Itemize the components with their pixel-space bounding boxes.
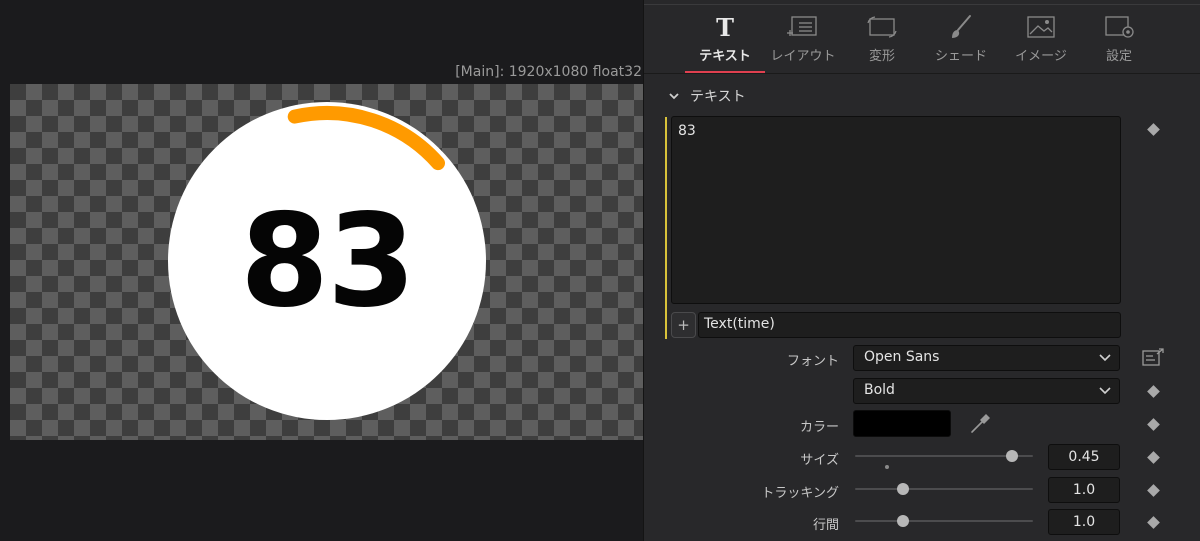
styled-text-input[interactable]: 83 [671, 116, 1121, 304]
chevron-down-icon [1099, 387, 1111, 395]
inspector-tabbar: T テキスト レイアウト 変形 シェード イメージ 設定 [644, 0, 1200, 74]
fusion-text-editor: [Main]: 1920x1080 float32 83 T テキスト レイアウ… [0, 0, 1200, 541]
keyframe-diamond-icon[interactable] [1147, 484, 1160, 497]
slider-track [855, 520, 1033, 522]
tab-transform[interactable]: 変形 [842, 12, 922, 72]
keyframe-diamond-icon[interactable] [1147, 516, 1160, 529]
font-style-value: Bold [864, 382, 895, 398]
color-swatch[interactable] [853, 410, 951, 437]
keyframe-diamond-icon[interactable] [1147, 123, 1160, 136]
slider-knob[interactable] [897, 483, 910, 495]
viewer-resolution-info: [Main]: 1920x1080 float32 [455, 64, 642, 80]
color-label: カラー [799, 420, 839, 435]
section-title: テキスト [690, 89, 746, 105]
viewer-canvas[interactable]: 83 [10, 84, 643, 440]
font-label: フォント [786, 354, 839, 369]
tab-label: レイアウト [770, 49, 836, 64]
brush-icon [921, 12, 1001, 42]
tab-label: イメージ [1015, 49, 1067, 64]
expression-row: + Text(time) [671, 312, 1121, 338]
font-style-select[interactable]: Bold [853, 378, 1120, 404]
tab-shading[interactable]: シェード [921, 12, 1001, 72]
tab-label: 変形 [868, 49, 895, 64]
tracking-slider[interactable] [855, 482, 1033, 496]
expression-indicator-bar [665, 117, 667, 339]
line-spacing-value-field[interactable]: 1.0 [1048, 509, 1120, 535]
eyedropper-icon[interactable] [969, 413, 991, 435]
chevron-down-icon [1099, 354, 1111, 362]
font-family-select[interactable]: Open Sans [853, 345, 1120, 371]
tracking-label: トラッキング [761, 486, 839, 501]
tracking-value-field[interactable]: 1.0 [1048, 477, 1120, 503]
font-browse-icon[interactable] [1141, 348, 1165, 368]
add-expression-button[interactable]: + [671, 312, 696, 338]
inspector-panel: T テキスト レイアウト 変形 シェード イメージ 設定 テキスト 83 + T… [643, 0, 1200, 541]
expression-input[interactable]: Text(time) [698, 312, 1121, 338]
tab-layout[interactable]: レイアウト [763, 12, 843, 72]
font-family-value: Open Sans [864, 349, 940, 365]
tab-label: テキスト [699, 49, 751, 64]
default-value-marker [885, 465, 890, 469]
keyframe-diamond-icon[interactable] [1147, 418, 1160, 431]
tab-image[interactable]: イメージ [1001, 12, 1081, 72]
tab-text[interactable]: T テキスト [685, 12, 765, 72]
chevron-down-icon [669, 93, 679, 100]
size-slider[interactable] [855, 449, 1033, 463]
image-icon [1001, 12, 1081, 42]
line-spacing-label: 行間 [812, 518, 839, 533]
countdown-dial: 83 [168, 102, 486, 420]
slider-track [855, 488, 1033, 490]
keyframe-diamond-icon[interactable] [1147, 451, 1160, 464]
slider-knob[interactable] [897, 515, 910, 527]
tab-settings[interactable]: 設定 [1079, 12, 1159, 72]
dial-number: 83 [239, 186, 416, 336]
section-header-text[interactable]: テキスト [668, 86, 746, 106]
tab-label: 設定 [1105, 49, 1132, 64]
size-value-field[interactable]: 0.45 [1048, 444, 1120, 470]
layout-icon [763, 12, 843, 42]
text-T-icon: T [716, 12, 734, 42]
viewer-panel: [Main]: 1920x1080 float32 83 [0, 0, 643, 541]
line-spacing-slider[interactable] [855, 514, 1033, 528]
settings-icon [1079, 12, 1159, 42]
size-label: サイズ [800, 453, 839, 468]
active-tab-indicator [685, 71, 765, 73]
keyframe-diamond-icon[interactable] [1147, 385, 1160, 398]
transform-icon [842, 12, 922, 42]
slider-knob[interactable] [1005, 450, 1018, 462]
tab-label: シェード [934, 49, 987, 64]
